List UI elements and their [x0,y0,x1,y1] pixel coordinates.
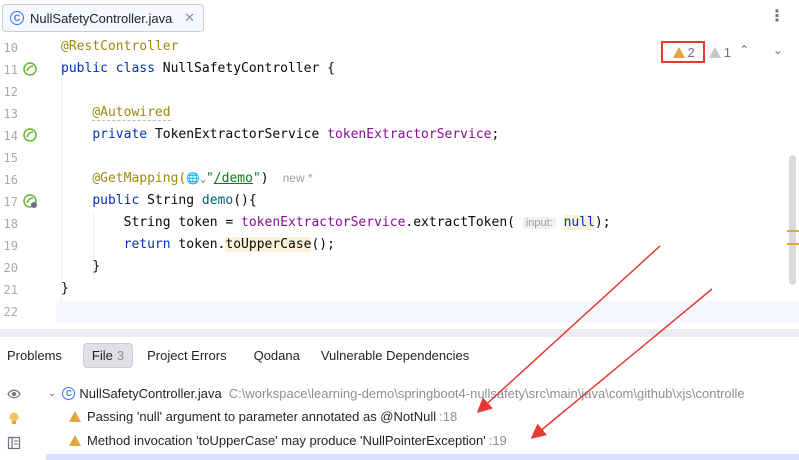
code-token: } [61,281,69,296]
code-token: return [123,237,179,252]
file-name: NullSafetyController.java [79,385,222,401]
code-line-10: 10 @RestController [0,37,799,59]
line-number: 17 [3,195,18,209]
code-line-15: 15 [0,147,799,169]
warning-stripe-mark[interactable] [787,230,799,232]
class-c-icon: C [10,11,24,25]
code-line-20: 20 } [0,257,799,279]
code-token: String token = [123,215,242,230]
line-number: 13 [3,107,18,121]
code-line-17: 17 public String demo(){ [0,191,799,213]
problem-text: Passing 'null' argument to parameter ann… [87,408,437,424]
code-token: demo [201,193,234,208]
code-token-null: null [563,215,595,230]
chevron-down-icon[interactable]: ⌄ [48,388,56,399]
code-token: NullSafetyController { [162,61,335,76]
code-line-19: 19 return token.toUpperCase(); [0,235,799,257]
line-number: 21 [3,283,18,297]
code-token: @RestController [61,39,179,54]
eye-icon[interactable] [7,387,21,401]
code-token: token. [178,237,226,252]
problems-tabs: Problems File 3 Project Errors Qodana Vul… [0,337,799,373]
code-token: @GetMapping( [92,171,187,186]
code-token: TokenExtractorService [154,127,328,142]
code-token: ); [594,215,611,230]
class-c-icon: C [62,386,76,400]
code-line-14: 14 private TokenExtractorService tokenEx… [0,125,799,147]
warning-icon [69,434,81,446]
code-token: String [147,193,202,208]
problems-tool-window: Problems File 3 Project Errors Qodana Vul… [0,337,799,460]
problem-item[interactable]: Passing 'null' argument to parameter ann… [69,405,457,427]
line-number: 15 [3,151,18,165]
code-token-touppercase: toUpperCase [225,237,312,252]
warning-stripe-mark[interactable] [787,243,799,245]
tool-window-splitter[interactable] [0,329,799,337]
line-number: 12 [3,85,18,99]
tab-nullsafetycontroller[interactable]: C NullSafetyController.java ✕ [2,4,204,32]
problem-text: Method invocation 'toUpperCase' may prod… [87,432,486,448]
tab-file-label: File [91,347,113,363]
code-token: public [92,193,148,208]
code-token: " [252,171,261,186]
problem-line: :19 [488,432,507,448]
line-number: 10 [3,41,18,55]
parameter-hint: input: [522,217,556,229]
problem-line: :18 [439,408,458,424]
code-token: public class [61,61,163,76]
code-line-18: 18 String token = tokenExtractorService.… [0,213,799,235]
problem-item[interactable]: Method invocation 'toUpperCase' may prod… [69,429,507,451]
editor-tab-bar: C NullSafetyController.java ✕ ⋮ [0,0,799,38]
code-line-12: 12 [0,81,799,103]
line-number: 20 [3,261,18,275]
code-line-22: 22 [0,301,56,323]
code-token: .extractToken( [405,215,515,230]
code-editor[interactable]: 2 1 ⌃ ⌄ 10 @RestController 11 public cla… [0,37,799,329]
line-number: 22 [3,305,18,319]
line-number: 14 [3,129,18,143]
code-token: private [92,127,155,142]
code-line-16: 16 @GetMapping(🌐⌄"/demo") new * [0,169,799,191]
tab-project-errors[interactable]: Project Errors [147,348,226,363]
line-number: 18 [3,217,18,231]
code-token: @Autowired [92,105,171,121]
code-token: } [92,259,101,274]
warning-icon [69,410,81,422]
url-link[interactable]: /demo [214,171,253,186]
problems-title: Problems [7,347,62,363]
code-token: ) [260,171,269,186]
details-panel-icon[interactable] [7,436,21,450]
code-token: ; [491,127,500,142]
problems-file-row[interactable]: ⌄ C NullSafetyController.java C:\workspa… [48,382,745,404]
autowired-gutter-icon[interactable] [23,128,37,142]
tab-file-count: 3 [116,347,125,363]
more-vertical-icon[interactable]: ⋮ [769,8,785,24]
code-line-11: 11 public class NullSafetyController { [0,59,799,81]
endpoint-gutter-icon[interactable] [23,194,37,208]
line-number: 16 [3,173,18,187]
globe-icon[interactable]: 🌐 [186,172,200,185]
code-token: " [205,171,214,186]
code-token: tokenExtractorService [327,127,492,142]
code-line-22-current [56,301,799,323]
code-token: tokenExtractorService [241,215,406,230]
tab-file[interactable]: File 3 [82,342,134,368]
line-number: 11 [3,63,18,77]
code-line-13: 13 @Autowired [0,103,799,125]
tab-vulnerable-dependencies[interactable]: Vulnerable Dependencies [321,348,469,363]
file-path: C:\workspace\learning-demo\springboot4-n… [228,385,745,401]
line-number: 19 [3,239,18,253]
code-token: (); [311,237,335,252]
tab-label: NullSafetyController.java [30,10,173,26]
spring-bean-gutter-icon[interactable] [23,62,37,76]
tab-qodana[interactable]: Qodana [254,348,300,363]
code-line-21: 21 } [0,279,799,301]
author-inlay-hint[interactable]: new * [283,171,313,185]
selected-row [46,454,799,460]
close-icon[interactable]: ✕ [184,11,195,26]
lightbulb-icon[interactable] [7,411,21,425]
code-token: (){ [233,193,257,208]
editor-scrollbar[interactable] [789,155,796,285]
